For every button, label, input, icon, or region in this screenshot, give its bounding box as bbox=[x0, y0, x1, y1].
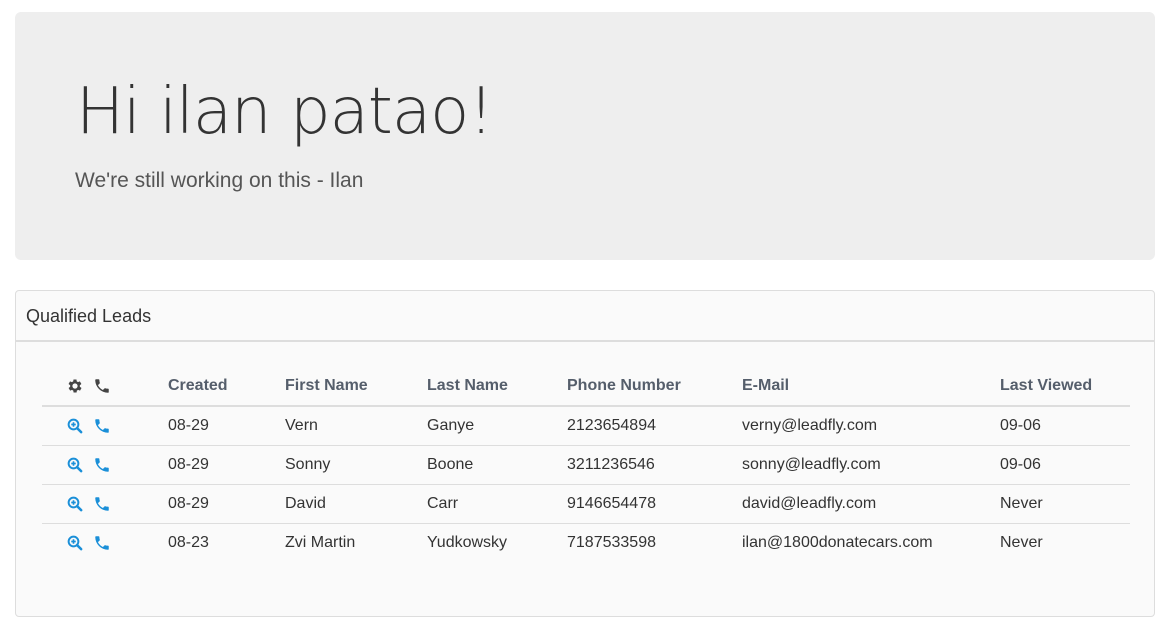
cell-first-name: Zvi Martin bbox=[285, 534, 356, 551]
panel-heading: Qualified Leads bbox=[16, 291, 1154, 342]
row-actions-cell bbox=[42, 406, 168, 446]
column-header-first-name[interactable]: First Name bbox=[285, 367, 427, 407]
qualified-leads-panel: Qualified Leads Created First Name Last … bbox=[15, 290, 1155, 617]
column-header-last-viewed[interactable]: Last Viewed bbox=[1000, 367, 1130, 407]
cell-phone: 7187533598 bbox=[567, 534, 656, 551]
table-row: 08-23 Zvi Martin Yudkowsky 7187533598 il… bbox=[42, 524, 1130, 563]
cell-last-viewed: Never bbox=[1000, 534, 1043, 551]
cell-created: 08-29 bbox=[168, 445, 285, 485]
cell-last-viewed: 09-06 bbox=[1000, 445, 1130, 485]
cell-email: sonny@leadfly.com bbox=[742, 445, 1000, 485]
cell-created: 08-29 bbox=[168, 406, 285, 446]
zoom-in-icon[interactable] bbox=[66, 495, 84, 513]
cell-created: 08-29 bbox=[168, 484, 285, 524]
greeting-heading: Hi ilan patao! bbox=[76, 75, 494, 149]
header-icons-cell bbox=[42, 367, 168, 407]
zoom-in-icon[interactable] bbox=[66, 456, 84, 474]
cell-first-name: David bbox=[285, 484, 427, 524]
cell-created: 08-23 bbox=[168, 534, 209, 551]
phone-icon[interactable] bbox=[93, 417, 111, 435]
column-header-email[interactable]: E-Mail bbox=[742, 367, 1000, 407]
row-actions-cell bbox=[42, 484, 168, 524]
row-actions-cell bbox=[42, 445, 168, 485]
cell-last-name: Yudkowsky bbox=[427, 534, 508, 551]
leads-table-container: Created First Name Last Name Phone Numbe… bbox=[42, 367, 1130, 562]
cell-first-name: Vern bbox=[285, 406, 427, 446]
phone-icon[interactable] bbox=[93, 534, 111, 552]
cell-phone: 2123654894 bbox=[567, 406, 742, 446]
table-row: 08-29 Vern Ganye 2123654894 verny@leadfl… bbox=[42, 406, 1130, 446]
cell-phone: 9146654478 bbox=[567, 484, 742, 524]
zoom-in-icon[interactable] bbox=[66, 534, 84, 552]
leads-table: Created First Name Last Name Phone Numbe… bbox=[42, 367, 1130, 562]
table-row: 08-29 Sonny Boone 3211236546 sonny@leadf… bbox=[42, 445, 1130, 485]
cell-phone: 3211236546 bbox=[567, 445, 742, 485]
phone-icon[interactable] bbox=[93, 377, 111, 395]
column-header-created[interactable]: Created bbox=[168, 367, 285, 407]
cell-email: verny@leadfly.com bbox=[742, 406, 1000, 446]
row-actions-cell bbox=[42, 524, 168, 563]
cell-first-name: Sonny bbox=[285, 445, 427, 485]
cell-last-viewed: Never bbox=[1000, 484, 1130, 524]
phone-icon[interactable] bbox=[93, 495, 111, 513]
gear-icon[interactable] bbox=[66, 377, 84, 395]
cell-last-name: Ganye bbox=[427, 406, 567, 446]
cell-email: ilan@1800donatecars.com bbox=[742, 534, 933, 551]
table-header-row: Created First Name Last Name Phone Numbe… bbox=[42, 367, 1130, 407]
column-header-last-name[interactable]: Last Name bbox=[427, 367, 567, 407]
phone-icon[interactable] bbox=[93, 456, 111, 474]
column-header-phone-number[interactable]: Phone Number bbox=[567, 367, 742, 407]
cell-last-name: Carr bbox=[427, 484, 567, 524]
subtitle-text: We're still working on this - Ilan bbox=[75, 169, 364, 192]
cell-last-viewed: 09-06 bbox=[1000, 406, 1130, 446]
jumbotron: Hi ilan patao! We're still working on th… bbox=[15, 12, 1155, 260]
table-row: 08-29 David Carr 9146654478 david@leadfl… bbox=[42, 484, 1130, 524]
cell-last-name: Boone bbox=[427, 445, 567, 485]
cell-email: david@leadfly.com bbox=[742, 484, 1000, 524]
zoom-in-icon[interactable] bbox=[66, 417, 84, 435]
